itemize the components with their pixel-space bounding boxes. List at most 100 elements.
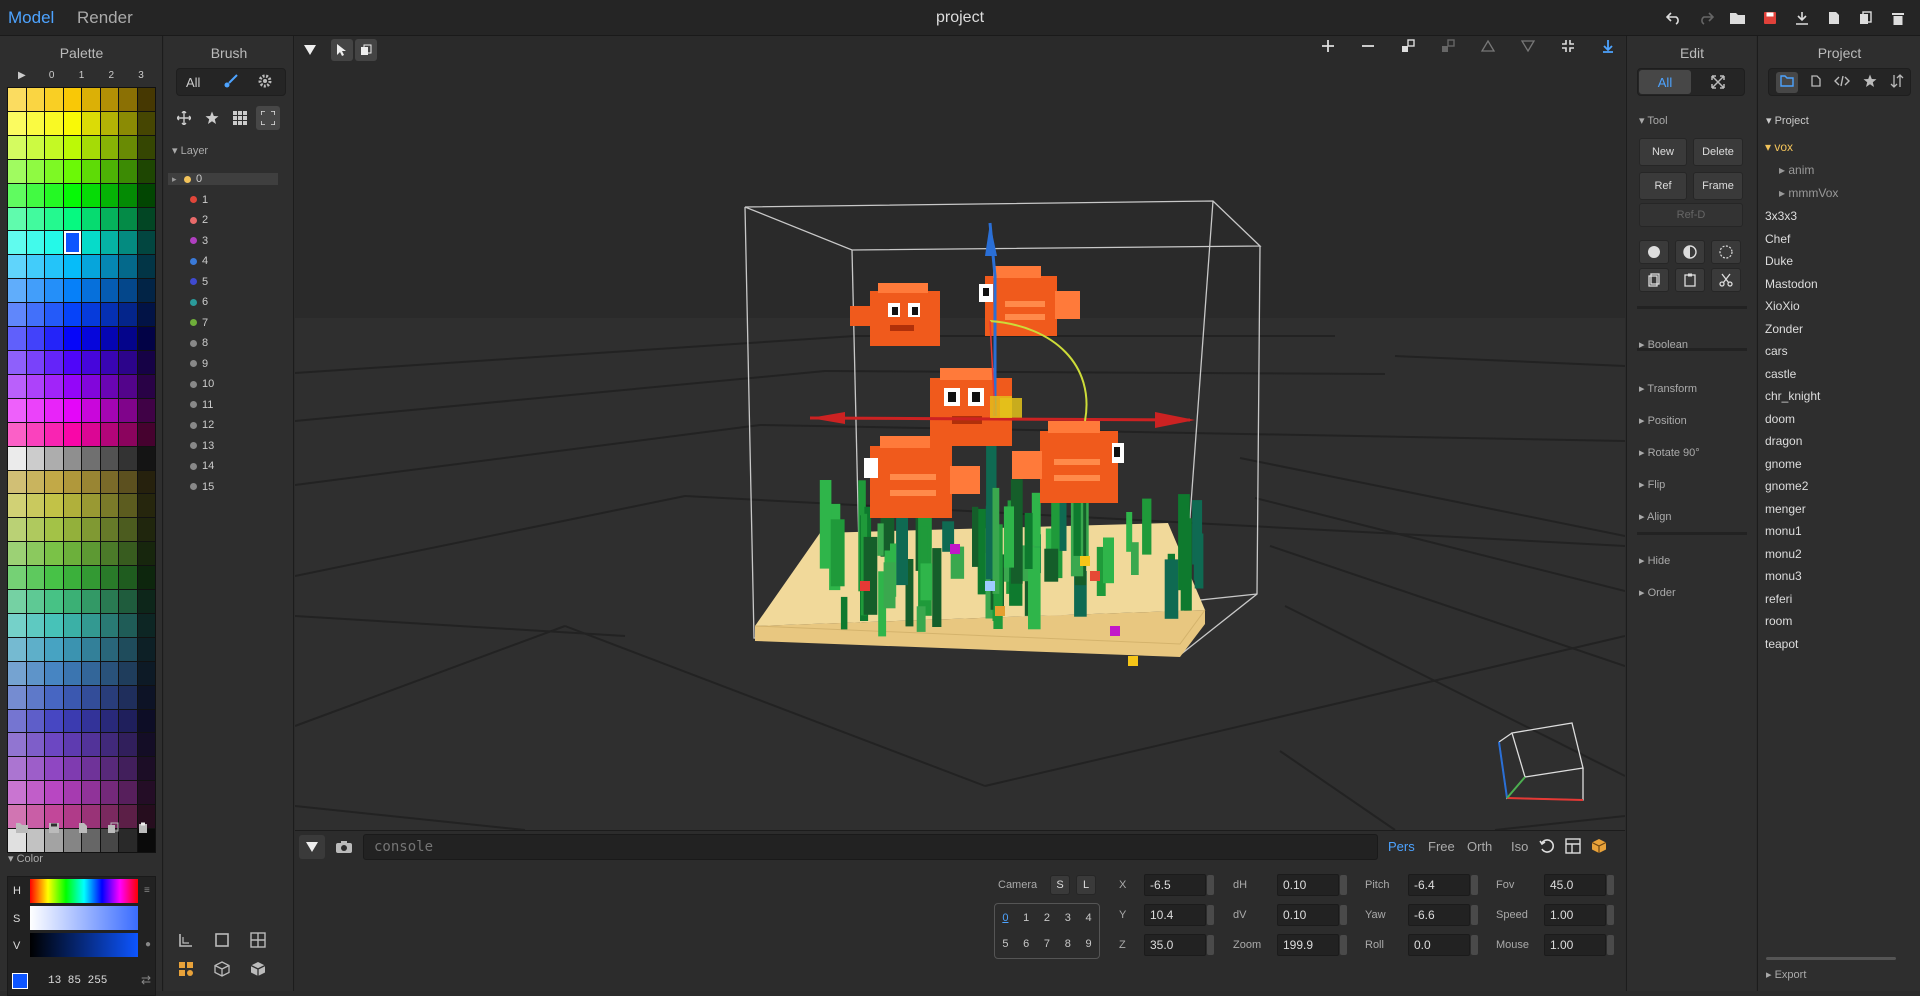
palette-swatch[interactable] <box>119 88 137 111</box>
frame-button[interactable]: Frame <box>1693 172 1743 200</box>
ref-d-button[interactable]: Ref-D <box>1639 203 1743 227</box>
palette-swatch[interactable] <box>45 709 63 733</box>
palette-swatch[interactable] <box>137 733 155 757</box>
palette-swatch[interactable] <box>137 327 155 350</box>
palette-swatch[interactable] <box>8 350 26 374</box>
palette-swatch[interactable] <box>137 446 155 470</box>
palette-swatch[interactable] <box>26 757 44 781</box>
layer-section-header[interactable]: ▾ Layer <box>172 144 208 157</box>
palette-swatch[interactable] <box>63 183 81 207</box>
palette-swatch[interactable] <box>63 470 81 494</box>
palette-swatch[interactable] <box>137 398 155 422</box>
mode-model-tab[interactable]: Model <box>8 8 54 28</box>
palette-swatch[interactable] <box>45 685 63 709</box>
palette-swatch[interactable] <box>8 685 26 709</box>
shapes-icon[interactable] <box>178 961 214 980</box>
palette-swatch[interactable] <box>63 709 81 733</box>
palette-swatch[interactable] <box>137 757 155 781</box>
palette-swatch[interactable] <box>82 422 100 446</box>
palette-swatch[interactable] <box>63 111 81 135</box>
view-orth-tab[interactable]: Orth <box>1467 839 1492 854</box>
gear-icon[interactable] <box>257 73 273 92</box>
download-icon[interactable] <box>1788 6 1816 30</box>
palette-swatch[interactable] <box>63 207 81 231</box>
camera-slot-1[interactable]: 1 <box>1023 912 1029 924</box>
palette-swatch[interactable] <box>137 590 155 613</box>
layer-item[interactable]: ▸ 0 <box>168 173 278 185</box>
camera-dh-field[interactable]: 0.10 <box>1277 874 1347 896</box>
palette-swatch[interactable] <box>8 566 26 590</box>
color-section-header[interactable]: ▾ Color <box>8 852 43 865</box>
palette-swatch[interactable] <box>137 111 155 135</box>
mode-render-tab[interactable]: Render <box>77 8 133 28</box>
quad-grid-icon[interactable] <box>250 932 286 951</box>
palette-swatch[interactable] <box>119 757 137 781</box>
palette-swatch[interactable] <box>26 733 44 757</box>
palette-swatch[interactable] <box>8 111 26 135</box>
palette-swatch[interactable] <box>119 709 137 733</box>
camera-roll-field[interactable]: 0.0 <box>1408 934 1478 956</box>
duplicate-icon[interactable] <box>107 822 119 837</box>
palette-swatch[interactable] <box>26 135 44 159</box>
3d-viewport[interactable] <box>295 36 1625 830</box>
camera-slot-3[interactable]: 3 <box>1065 912 1071 924</box>
document-icon[interactable] <box>1810 74 1821 90</box>
palette-swatch[interactable] <box>45 327 63 350</box>
console-menu-icon[interactable] <box>299 835 325 859</box>
palette-swatch[interactable] <box>100 661 118 685</box>
palette-swatch[interactable] <box>119 231 137 255</box>
palette-swatch[interactable] <box>100 446 118 470</box>
expand-arrow-icon[interactable]: ▸ <box>172 174 179 185</box>
palette-swatch[interactable] <box>137 518 155 542</box>
expand-icon[interactable] <box>1710 74 1726 93</box>
palette-swatch[interactable] <box>8 661 26 685</box>
layout-icon[interactable] <box>1565 838 1581 857</box>
palette-swatch[interactable] <box>45 542 63 566</box>
palette-swatch[interactable] <box>63 422 81 446</box>
folder-anim[interactable]: ▸ anim <box>1779 163 1814 177</box>
project-file-item[interactable]: monu3 <box>1765 569 1802 583</box>
palette-swatch[interactable] <box>82 303 100 327</box>
palette-swatch[interactable] <box>63 494 81 518</box>
palette-swatch[interactable] <box>137 685 155 709</box>
palette-swatch[interactable] <box>100 781 118 805</box>
brush-filter-all[interactable]: All <box>186 75 200 90</box>
palette-swatch[interactable] <box>119 470 137 494</box>
palette-swatch[interactable] <box>8 613 26 637</box>
palette-swatch[interactable] <box>137 279 155 303</box>
palette-swatch[interactable] <box>137 374 155 398</box>
palette-swatch[interactable] <box>119 135 137 159</box>
rgb-value[interactable]: 13 85 255 <box>48 975 107 987</box>
layer-item[interactable]: 7 <box>178 317 208 329</box>
star-icon[interactable] <box>200 106 224 130</box>
palette-swatch[interactable] <box>82 183 100 207</box>
palette-swatch[interactable] <box>26 303 44 327</box>
palette-swatch[interactable] <box>100 733 118 757</box>
palette-swatch[interactable] <box>8 183 26 207</box>
palette-swatch[interactable] <box>8 422 26 446</box>
palette-swatch[interactable] <box>119 637 137 661</box>
palette-swatch[interactable] <box>137 159 155 183</box>
paste-icon[interactable] <box>1675 268 1705 292</box>
palette-swatch[interactable] <box>100 685 118 709</box>
project-file-item[interactable]: Mastodon <box>1765 277 1818 291</box>
palette-swatch[interactable] <box>82 685 100 709</box>
palette-swatch[interactable] <box>45 518 63 542</box>
palette-swatch[interactable] <box>82 374 100 398</box>
palette-swatch[interactable] <box>82 613 100 637</box>
palette-swatch[interactable] <box>45 613 63 637</box>
folder-mmmvox[interactable]: ▸ mmmVox <box>1779 186 1838 200</box>
palette-swatch[interactable] <box>8 781 26 805</box>
palette-swatch[interactable] <box>63 637 81 661</box>
project-file-item[interactable]: room <box>1765 614 1792 628</box>
palette-swatch[interactable] <box>45 494 63 518</box>
palette-swatch[interactable] <box>137 422 155 446</box>
palette-swatch[interactable] <box>63 303 81 327</box>
palette-swatch[interactable] <box>82 709 100 733</box>
palette-swatch[interactable] <box>26 207 44 231</box>
project-file-item[interactable]: XioXio <box>1765 299 1800 313</box>
camera-slot-6[interactable]: 6 <box>1023 938 1029 950</box>
view-free-tab[interactable]: Free <box>1428 839 1455 854</box>
palette-swatch[interactable] <box>100 422 118 446</box>
camera-snapshot-icon[interactable] <box>331 835 357 859</box>
